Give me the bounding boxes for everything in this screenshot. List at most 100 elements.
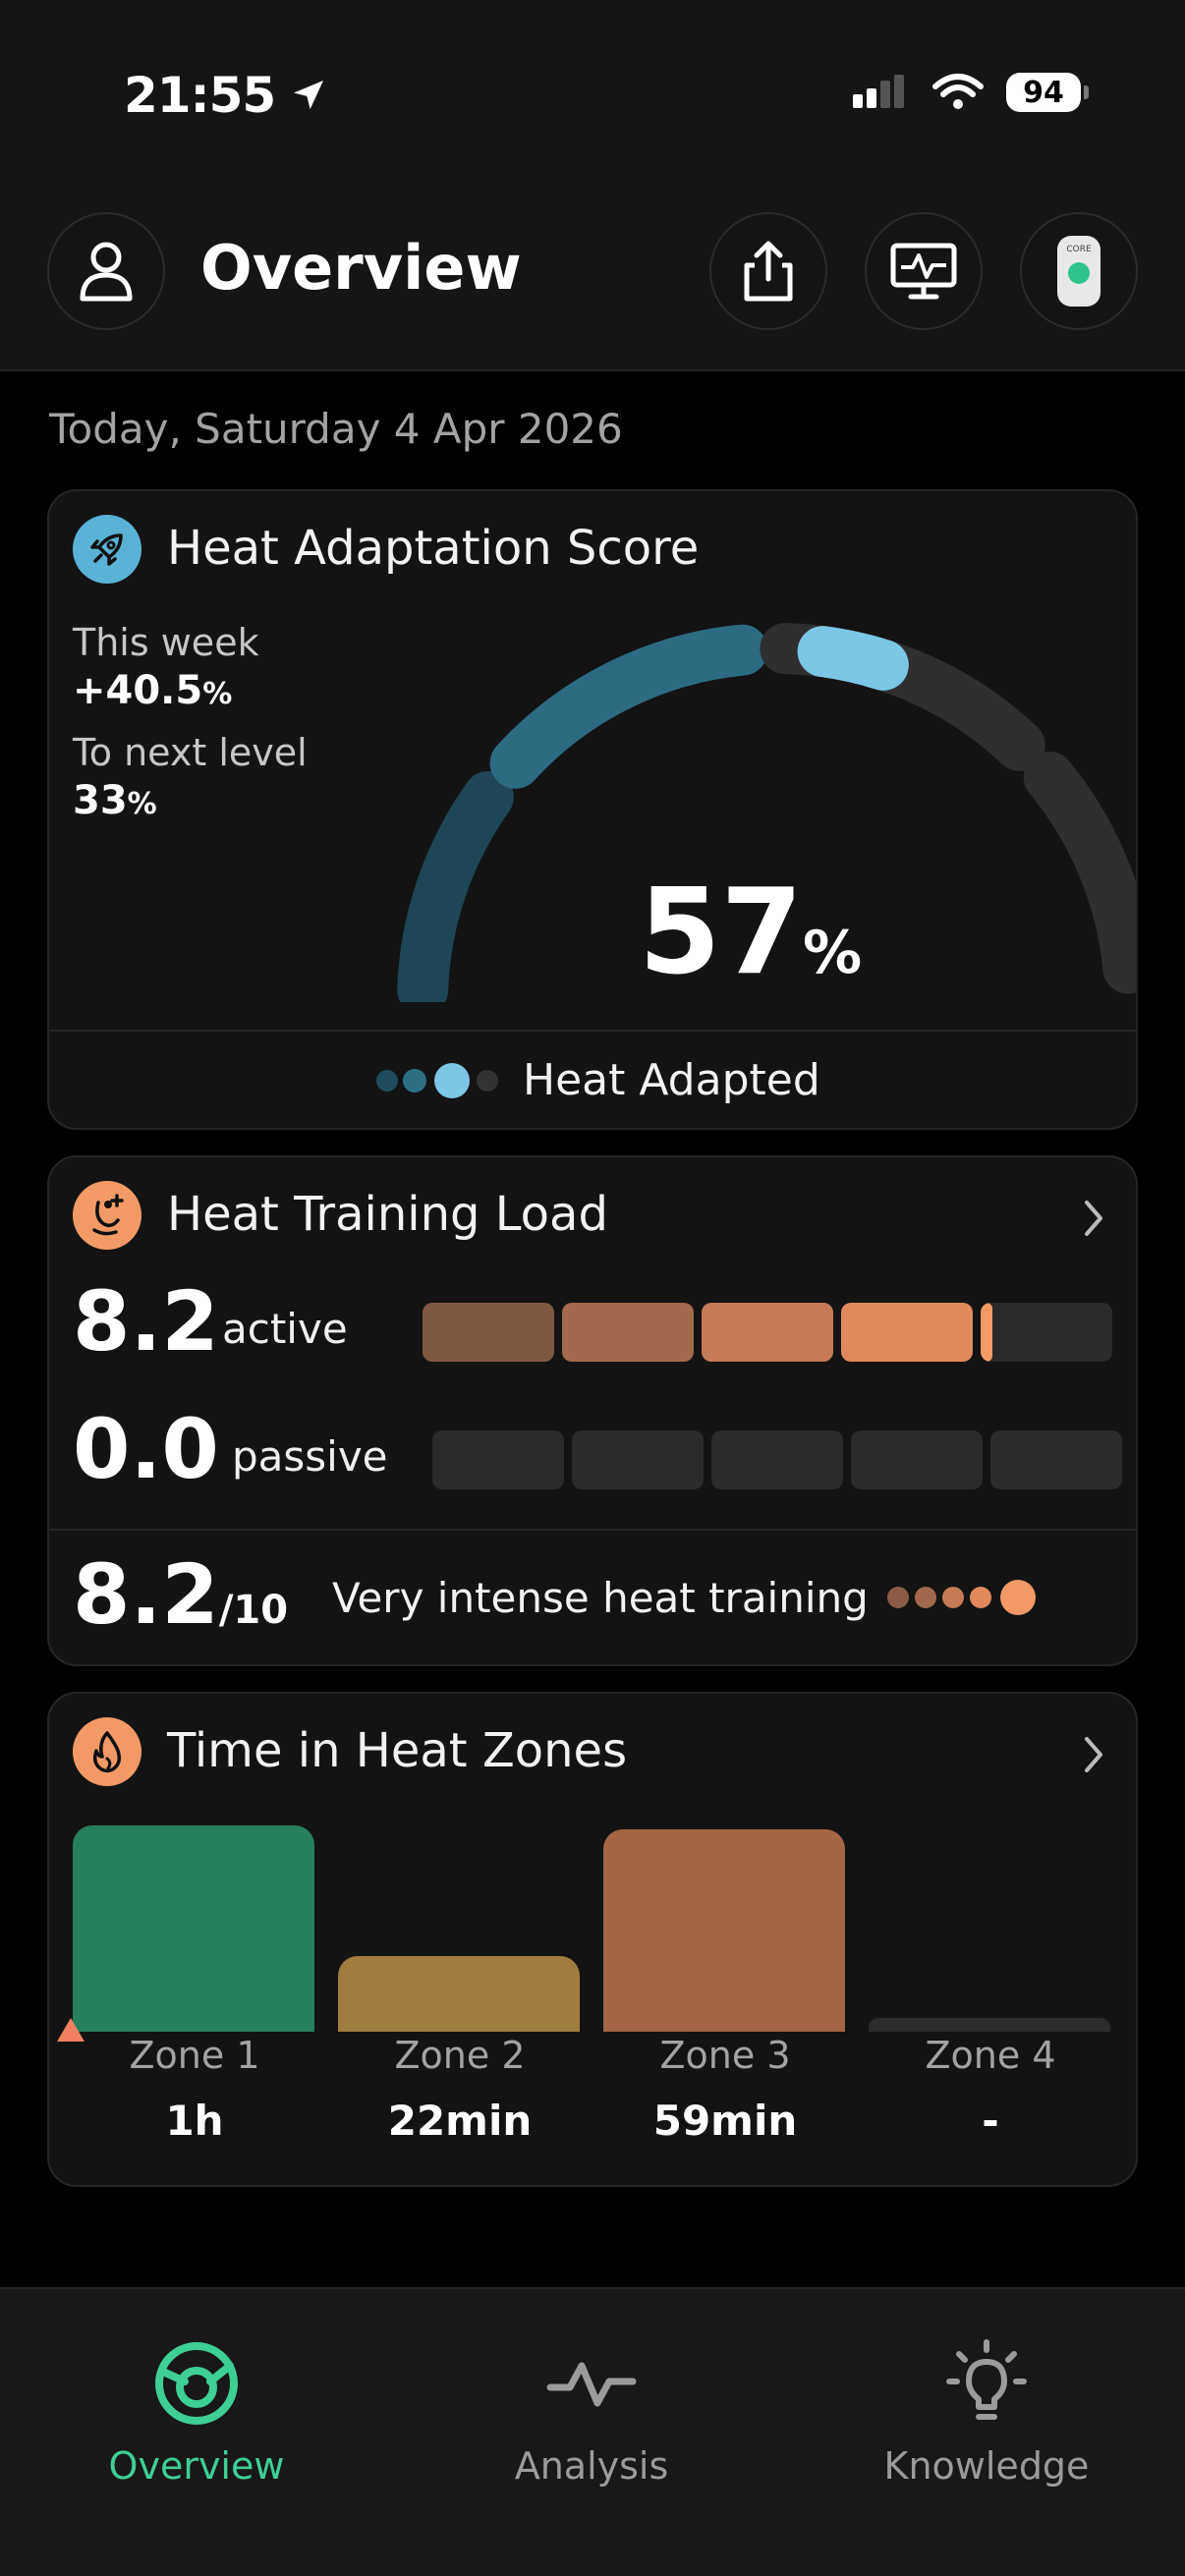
heat-adaptation-score: 57% (639, 865, 862, 1001)
card-divider (49, 1030, 1136, 1032)
next-level-percent: % (127, 787, 157, 821)
pulse-line-icon (546, 2362, 637, 2407)
status-time-text: 21:55 (124, 67, 276, 124)
battery-level: 94 (1023, 75, 1064, 110)
core-sensor-button[interactable]: CORE (1020, 212, 1138, 330)
wifi-icon (932, 74, 984, 109)
active-segment-2 (562, 1303, 694, 1362)
active-segment-4 (841, 1303, 973, 1362)
heat-zones-card[interactable]: Time in Heat Zones Zone 1 1h Zone 2 22min Zo… (47, 1692, 1138, 2187)
bottom-navigation: Overview Analysis Knowledge (0, 2287, 1185, 2576)
level-dot-3 (434, 1063, 470, 1098)
share-button[interactable] (709, 212, 827, 330)
nav-analysis-label: Analysis (514, 2444, 669, 2488)
chevron-right-icon[interactable] (1079, 1197, 1108, 1240)
user-icon (80, 242, 133, 302)
intensity-dots (887, 1580, 1036, 1615)
nav-analysis-icon-wrap (444, 2336, 739, 2435)
svg-text:CORE: CORE (1066, 245, 1092, 254)
total-load: 8.2/10 (73, 1546, 288, 1643)
active-segment-fill-4 (841, 1303, 973, 1362)
active-load-label: active (222, 1305, 348, 1353)
nav-overview-label: Overview (108, 2444, 285, 2488)
active-segment-fill-3 (702, 1303, 833, 1362)
share-icon (744, 241, 793, 302)
monitor-heartbeat-icon (890, 243, 957, 300)
gauge-score-marker (797, 626, 909, 691)
intensity-dot-3 (942, 1587, 964, 1608)
heat-adaptation-card[interactable]: Heat Adaptation Score This week +40.5% T… (47, 489, 1138, 1130)
top-header-area: 21:55 94 Overview CORE (0, 0, 1185, 371)
score-percent: % (803, 919, 863, 987)
person-heat-icon (73, 1181, 141, 1250)
profile-button[interactable] (47, 212, 165, 330)
zone-name-4: Zone 4 (925, 2034, 1056, 2077)
zone-value-3: 59min (652, 2097, 798, 2145)
total-load-value: 8.2 (73, 1546, 219, 1643)
next-level-number: 33 (73, 778, 128, 823)
intensity-dot-2 (915, 1587, 936, 1608)
flame-glyph (92, 1731, 122, 1773)
passive-segment-3 (711, 1430, 843, 1489)
battery-indicator: 94 (1006, 73, 1089, 112)
zone-bar-4 (869, 2018, 1110, 2032)
core-sensor-icon: CORE (1057, 236, 1100, 307)
location-arrow-icon (294, 81, 324, 110)
heat-zones-title: Time in Heat Zones (167, 1723, 628, 1778)
chevron-right-icon[interactable] (1079, 1733, 1108, 1776)
passive-segment-4 (851, 1430, 983, 1489)
intensity-dot-1 (887, 1587, 909, 1608)
flame-icon (73, 1717, 141, 1786)
zone-value-1: 1h (165, 2097, 224, 2145)
active-segment-1 (423, 1303, 554, 1362)
gauge-segment-2 (489, 624, 768, 789)
zone-bar-2 (338, 1956, 580, 2032)
rocket-glyph (90, 533, 123, 566)
overview-dial-icon (155, 2342, 238, 2425)
level-dot-2 (403, 1069, 426, 1092)
monitor-button[interactable] (865, 212, 983, 330)
lightbulb-icon (946, 2339, 1027, 2420)
date-label: Today, Saturday 4 Apr 2026 (49, 405, 623, 453)
this-week-label: This week (73, 621, 259, 664)
rocket-icon (73, 515, 141, 584)
active-segment-5 (981, 1303, 1112, 1362)
total-load-max: /10 (218, 1588, 289, 1633)
heat-training-load-card[interactable]: Heat Training Load 8.2 active 0.0 passiv… (47, 1155, 1138, 1666)
page-title: Overview (200, 232, 522, 304)
this-week-value: +40.5% (73, 668, 232, 713)
active-segment-fill-1 (423, 1303, 554, 1362)
zone-value-2: 22min (387, 2097, 533, 2145)
intensity-dot-5 (1000, 1580, 1036, 1615)
heat-training-load-title: Heat Training Load (167, 1187, 608, 1242)
active-segment-3 (702, 1303, 833, 1362)
passive-segment-2 (572, 1430, 704, 1489)
this-week-percent: % (202, 677, 233, 711)
zone-bar-1 (73, 1825, 314, 2032)
active-load-value: 8.2 (73, 1273, 219, 1370)
training-intensity-label: Very intense heat training (332, 1574, 869, 1622)
nav-knowledge-icon-wrap (839, 2336, 1134, 2435)
active-load-bar (423, 1303, 1112, 1362)
next-level-label: To next level (73, 731, 308, 774)
active-segment-fill-5 (981, 1303, 992, 1362)
passive-load-bar (432, 1430, 1122, 1489)
nav-overview-icon-wrap (49, 2336, 344, 2435)
gauge-segment-1 (397, 770, 514, 1002)
zone-value-4: - (982, 2097, 999, 2145)
intensity-dot-4 (970, 1587, 991, 1608)
score-number: 57 (639, 865, 803, 1001)
current-zone-marker-icon (57, 2018, 85, 2042)
this-week-number: +40.5 (73, 668, 203, 713)
passive-segment-5 (990, 1430, 1122, 1489)
active-segment-fill-2 (562, 1303, 694, 1362)
status-time: 21:55 (124, 67, 328, 124)
next-level-value: 33% (73, 778, 157, 823)
heat-adaptation-title: Heat Adaptation Score (167, 521, 700, 576)
gauge-segment-4 (1023, 752, 1136, 994)
adaptation-status: Heat Adapted (523, 1055, 820, 1105)
passive-load-value: 0.0 (73, 1401, 219, 1497)
person-heat-glyph (92, 1194, 124, 1236)
passive-load-label: passive (232, 1432, 388, 1481)
card-divider (49, 1529, 1136, 1531)
